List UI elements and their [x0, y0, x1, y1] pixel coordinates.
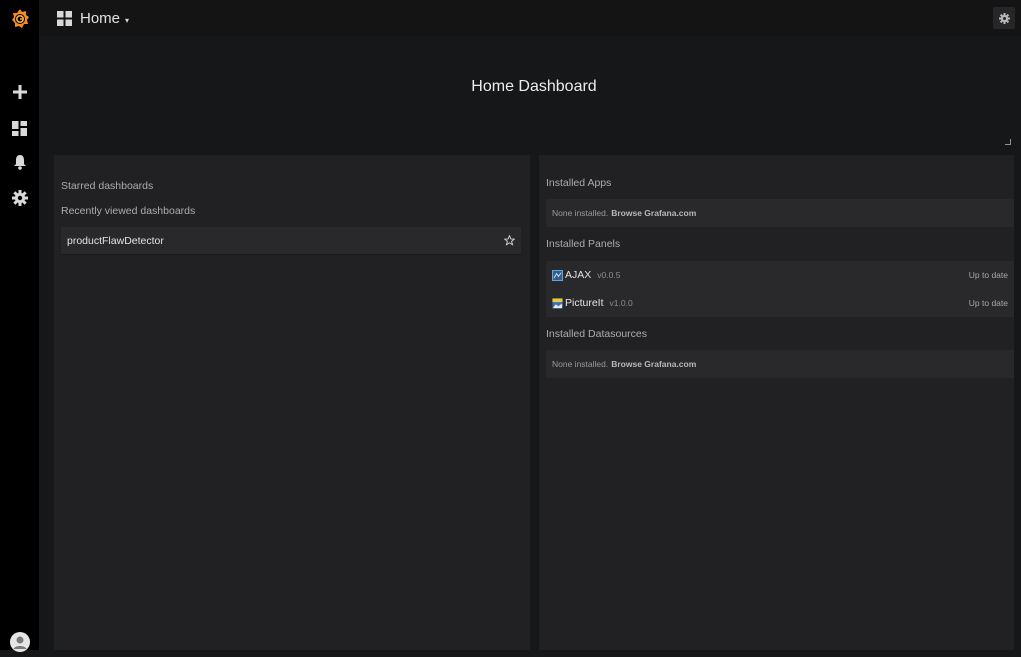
- dashlist-panel: Starred dashboards Recently viewed dashb…: [54, 155, 530, 650]
- plugin-version: v1.0.0: [609, 298, 633, 308]
- chevron-down-icon: ▾: [125, 15, 130, 25]
- plugin-status: Up to date: [968, 298, 1008, 308]
- apps-none-text: None installed.: [552, 208, 609, 218]
- installed-apps-heading: Installed Apps: [546, 177, 612, 189]
- gear-icon[interactable]: [0, 183, 39, 213]
- plugin-status: Up to date: [968, 270, 1008, 280]
- dashboard-link[interactable]: productFlawDetector: [67, 235, 164, 247]
- recent-dashboards-heading: Recently viewed dashboards: [61, 205, 196, 217]
- dashboard-picker-button[interactable]: Home ▾: [57, 8, 129, 28]
- plugin-item[interactable]: PictureIt v1.0.0 Up to date: [546, 289, 1014, 317]
- bell-icon[interactable]: [0, 147, 39, 177]
- star-icon[interactable]: [504, 235, 515, 246]
- installed-datasources-heading: Installed Datasources: [546, 328, 647, 340]
- panel-resize-handle[interactable]: [1005, 139, 1011, 145]
- browse-grafana-link[interactable]: Browse Grafana.com: [611, 359, 696, 369]
- top-navbar: Home ▾: [39, 0, 1021, 36]
- page-title: Home Dashboard: [471, 78, 597, 95]
- plugin-version: v0.0.5: [597, 270, 621, 280]
- plus-icon[interactable]: [0, 77, 39, 107]
- datasources-empty-row: None installed. Browse Grafana.com: [546, 350, 1014, 378]
- dashboards-icon[interactable]: [0, 113, 39, 143]
- dashboards-icon: [57, 10, 72, 26]
- datasources-none-text: None installed.: [552, 359, 609, 369]
- grafana-logo-icon[interactable]: [0, 4, 39, 34]
- dashboard-title: Home: [80, 9, 121, 27]
- gear-icon: [998, 12, 1010, 24]
- ajax-plugin-icon: [552, 269, 563, 281]
- installed-panels-heading: Installed Panels: [546, 238, 621, 250]
- recent-dashboard-item[interactable]: productFlawDetector: [61, 227, 521, 255]
- pictureit-plugin-icon: [552, 297, 563, 309]
- plugin-name: AJAX: [565, 269, 592, 281]
- browse-grafana-link[interactable]: Browse Grafana.com: [611, 208, 696, 218]
- apps-empty-row: None installed. Browse Grafana.com: [546, 199, 1014, 227]
- pluginlist-panel: Installed Apps None installed. Browse Gr…: [539, 155, 1014, 650]
- sidemenu: [0, 0, 39, 652]
- starred-dashboards-heading: Starred dashboards: [61, 180, 154, 192]
- plugin-name: PictureIt: [565, 297, 604, 309]
- plugin-item[interactable]: AJAX v0.0.5 Up to date: [546, 261, 1014, 289]
- user-avatar-icon[interactable]: [0, 627, 39, 657]
- header-panel: Home Dashboard: [54, 40, 1014, 147]
- dashboard-settings-button[interactable]: [993, 7, 1015, 29]
